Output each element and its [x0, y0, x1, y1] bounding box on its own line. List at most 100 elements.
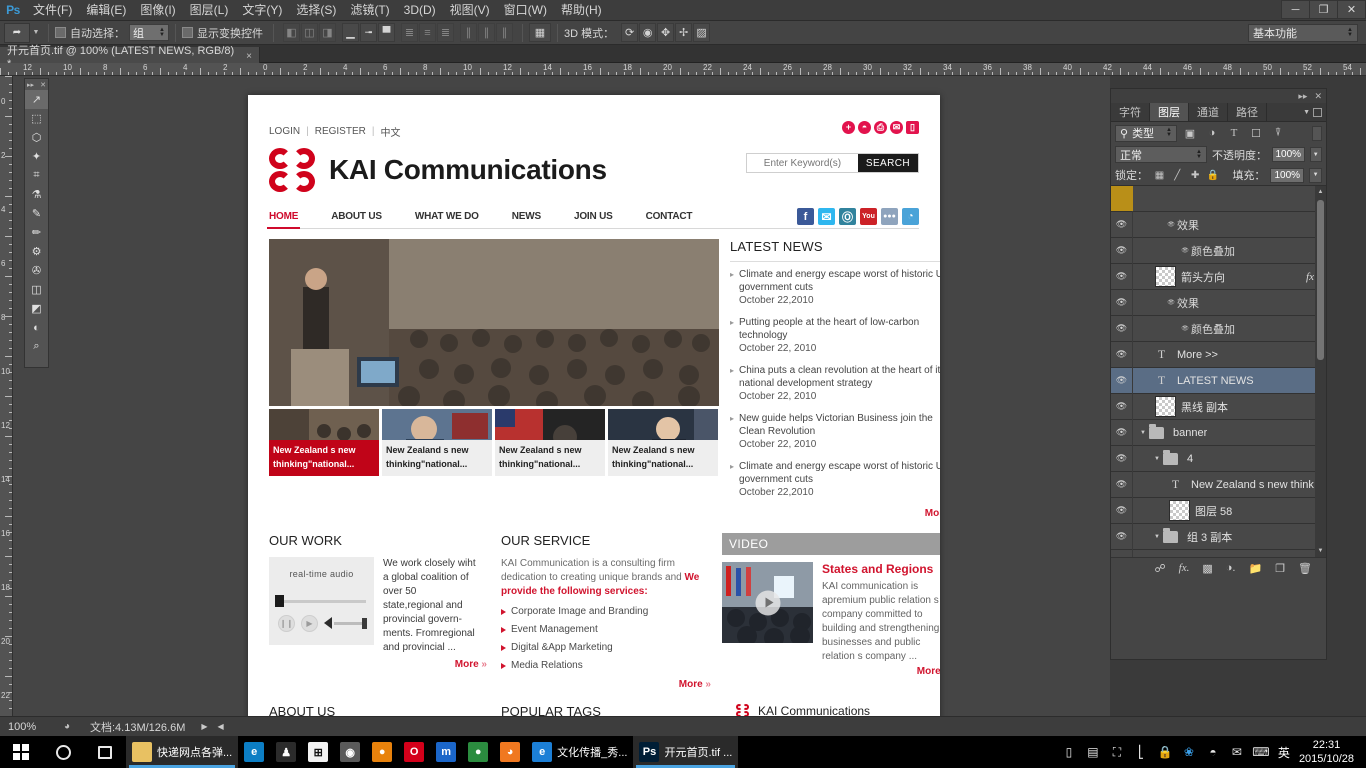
nav-item-join-us[interactable]: JOIN US — [574, 211, 613, 228]
volume-handle[interactable] — [362, 617, 367, 629]
usb-icon[interactable]: ⎣ — [1129, 736, 1153, 768]
layer-row[interactable]: 👁 图层 58 — [1111, 497, 1326, 524]
chinese-language-link[interactable]: 中文 — [380, 124, 400, 139]
ime-indicator[interactable]: 英 — [1273, 744, 1295, 761]
tool-1-icon[interactable]: ⬚ — [25, 109, 48, 128]
nav-item-what-we-do[interactable]: WHAT WE DO — [415, 211, 479, 228]
move-tool-icon[interactable]: ➦ — [4, 22, 30, 43]
restore-icon[interactable]: ❐ — [1309, 0, 1338, 19]
layer-visibility-icon[interactable]: 👁 — [1111, 367, 1133, 394]
login-link[interactable]: LOGIN — [269, 126, 300, 137]
panel-collapse-icon[interactable] — [1313, 107, 1322, 117]
bluetooth-icon[interactable]: ❀ — [1177, 736, 1201, 768]
taskbar-store-icon[interactable]: ⊞ — [302, 736, 334, 768]
align-right-edges-icon[interactable]: ◨ — [319, 23, 336, 42]
layer-visibility-icon[interactable]: 👁 — [1111, 497, 1133, 524]
news-headline[interactable]: Putting people at the heart of low-carbo… — [739, 316, 940, 342]
opacity-chevron-icon[interactable]: ▼ — [1309, 147, 1322, 162]
facebook-icon[interactable]: f — [797, 208, 814, 225]
distribute-vertical-center-icon[interactable]: ≡ — [419, 23, 436, 42]
new-group-icon[interactable]: 📁 — [1248, 562, 1262, 575]
touchpad-icon[interactable]: ▤ — [1081, 736, 1105, 768]
layer-effects-icon[interactable]: fx — [1306, 271, 1314, 283]
layer-row[interactable]: 👁 TNew Zealand s new thinking"n... — [1111, 549, 1326, 557]
our-work-more-link[interactable]: More » — [269, 659, 487, 670]
print-icon[interactable]: ⎙ — [874, 121, 887, 134]
menu-item-5[interactable]: 选择(S) — [289, 0, 343, 21]
menu-item-8[interactable]: 视图(V) — [443, 0, 497, 21]
search-button[interactable]: SEARCH — [857, 154, 918, 172]
canvas-area[interactable]: LOGIN | REGISTER | 中文 + ◓ ⎙ ✉ ▯ KAI Comm… — [13, 76, 1110, 716]
audio-progress-track[interactable] — [277, 600, 366, 603]
distribute-bottom-icon[interactable]: ≣ — [437, 23, 454, 42]
filter-toggle-switch[interactable] — [1312, 125, 1322, 141]
tool-4-icon[interactable]: ⌗ — [25, 166, 48, 185]
tool-5-icon[interactable]: ⚗ — [25, 185, 48, 204]
news-item[interactable]: ▸ Climate and energy escape worst of hist… — [730, 460, 940, 500]
tool-2-icon[interactable]: ⬡ — [25, 128, 48, 147]
distribute-top-icon[interactable]: ≣ — [401, 23, 418, 42]
rss-icon[interactable]: ◓ — [858, 121, 871, 134]
auto-align-layers-icon[interactable]: ▦ — [529, 23, 551, 42]
nav-item-news[interactable]: NEWS — [512, 211, 541, 228]
action-center-icon[interactable]: ✉ — [1225, 736, 1249, 768]
panel-menu-icon[interactable]: ▼ — [1303, 109, 1310, 116]
news-item[interactable]: ▸ Climate and energy escape worst of hist… — [730, 268, 940, 308]
play-icon[interactable]: ▶ — [301, 615, 318, 632]
thumbnail-item[interactable]: New Zealand s new thinking"national... — [608, 409, 718, 476]
fill-value[interactable]: 100% — [1270, 167, 1305, 183]
status-resize-icon[interactable]: ◀ — [218, 722, 224, 731]
audio-progress-handle[interactable] — [275, 595, 284, 607]
opacity-value[interactable]: 100% — [1272, 147, 1305, 162]
layer-visibility-icon[interactable]: 👁 — [1111, 393, 1133, 420]
volume-track[interactable] — [334, 621, 364, 625]
menu-item-10[interactable]: 帮助(H) — [554, 0, 609, 21]
video-thumbnail[interactable] — [722, 562, 813, 643]
keyboard-icon[interactable]: ⌨ — [1249, 736, 1273, 768]
register-link[interactable]: REGISTER — [315, 126, 366, 137]
nav-item-about-us[interactable]: ABOUT US — [331, 211, 382, 228]
type-filter-icon[interactable]: T — [1225, 125, 1243, 142]
thumbnail-item[interactable]: New Zealand s new thinking"national... — [495, 409, 605, 476]
group-expand-icon[interactable]: ▼ — [1151, 456, 1163, 462]
menu-item-1[interactable]: 编辑(E) — [79, 0, 133, 21]
service-list-item[interactable]: Event Management — [501, 624, 711, 635]
our-service-more-link[interactable]: More » — [501, 679, 711, 690]
news-headline[interactable]: New guide helps Victorian Business join … — [739, 412, 940, 438]
service-list-item[interactable]: Media Relations — [501, 660, 711, 671]
latest-news-more-link[interactable]: More » — [730, 508, 940, 519]
layer-visibility-icon[interactable]: 👁 — [1111, 211, 1133, 238]
tool-9-icon[interactable]: ✇ — [25, 261, 48, 280]
layer-row[interactable]: 👁 箭头方向 fx — [1111, 263, 1326, 290]
status-chevron-icon[interactable]: ▶ — [201, 722, 207, 731]
pause-icon[interactable]: ❙❙ — [278, 615, 295, 632]
tool-0-icon[interactable]: ↗ — [25, 90, 48, 109]
windows-start-icon[interactable] — [0, 736, 42, 768]
distribute-right-icon[interactable]: ∥ — [496, 23, 513, 42]
workspace-switcher[interactable]: 基本功能 ▲ ▼ — [1248, 24, 1358, 42]
collapse-panel-icon[interactable]: ▸▸ — [1298, 91, 1307, 102]
align-top-edges-icon[interactable]: ▁ — [342, 23, 359, 42]
youtube-icon[interactable]: You — [860, 208, 877, 225]
wifi-icon[interactable]: ◓ — [1201, 736, 1225, 768]
email-icon[interactable]: ✉ — [890, 121, 903, 134]
layer-visibility-icon[interactable]: 👁 — [1111, 419, 1133, 446]
shape-filter-icon[interactable]: ☐ — [1247, 125, 1265, 142]
nav-item-home[interactable]: HOME — [266, 211, 301, 229]
twitter-icon[interactable]: ✉ — [818, 208, 835, 225]
security-icon[interactable]: 🔒 — [1153, 736, 1177, 768]
thumbnail-item[interactable]: New Zealand s new thinking"national... — [269, 409, 379, 476]
layer-row[interactable] — [1111, 186, 1326, 212]
mobile-icon[interactable]: ▯ — [906, 121, 919, 134]
menu-item-2[interactable]: 图像(I) — [133, 0, 182, 21]
battery-icon[interactable]: ▯ — [1057, 736, 1081, 768]
news-headline[interactable]: Climate and energy escape worst of histo… — [739, 268, 940, 294]
align-bottom-edges-icon[interactable]: ▀ — [378, 23, 395, 42]
adjustment-filter-icon[interactable]: ◑ — [1203, 125, 1221, 142]
lock-transparent-icon[interactable]: ▦ — [1153, 168, 1166, 182]
tool-13-icon[interactable]: ⌕ — [25, 337, 48, 356]
rotate-3d-icon[interactable]: ⟳ — [621, 23, 639, 42]
toolbar-collapse-icon[interactable]: ▸▸ — [27, 81, 34, 89]
menu-item-7[interactable]: 3D(D) — [397, 0, 443, 21]
add-style-icon[interactable]: fx. — [1179, 562, 1190, 574]
